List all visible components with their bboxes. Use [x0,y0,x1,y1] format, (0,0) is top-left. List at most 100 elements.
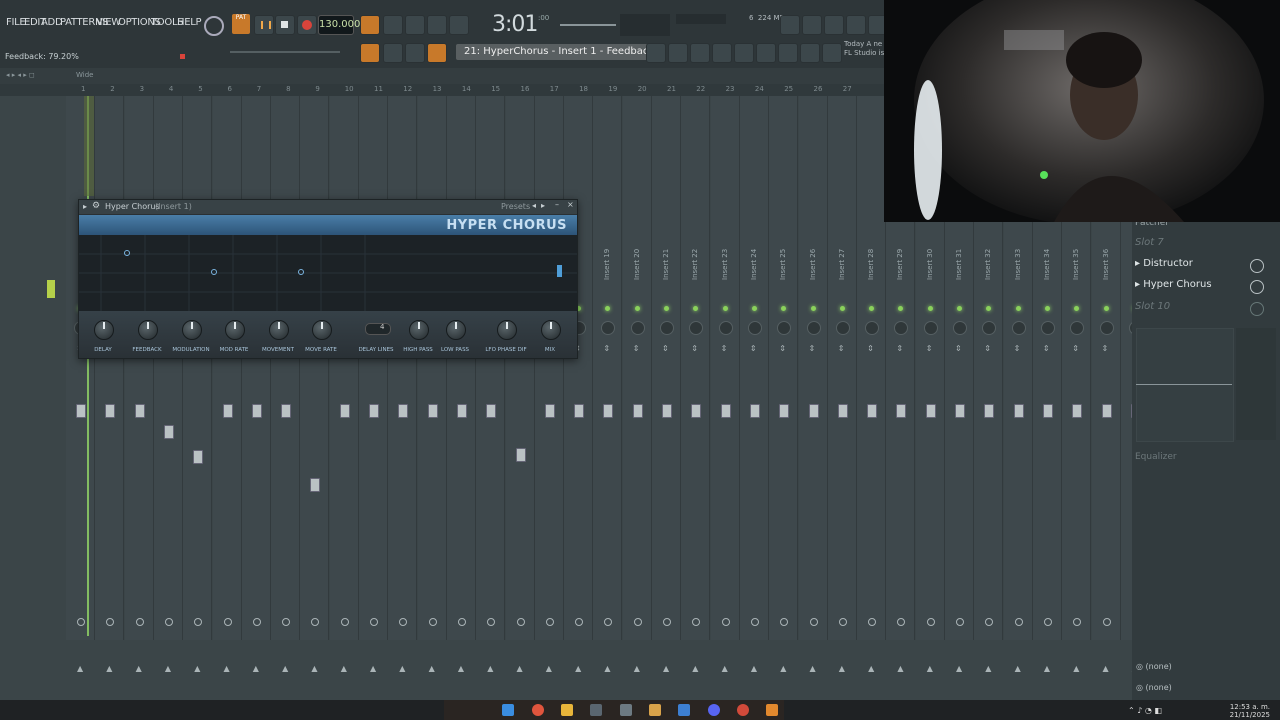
volume-fader[interactable] [632,404,643,418]
ruler-tick[interactable]: 10 [345,85,354,93]
send-arrow-icon[interactable]: ▲ [868,664,874,673]
mixer-strip[interactable] [505,96,535,640]
mixer-strip[interactable] [827,96,857,640]
ruler-tick[interactable]: 22 [696,85,705,93]
ruler-tick[interactable]: 15 [491,85,500,93]
send-arrow-icon[interactable]: ▲ [1015,664,1021,673]
record-button[interactable] [297,15,317,35]
send-arrow-icon[interactable]: ▲ [927,664,933,673]
mixer-strip[interactable] [534,96,564,640]
send-arrow-icon[interactable]: ▲ [692,664,698,673]
send-arrow-icon[interactable]: ▲ [1103,664,1109,673]
send-arrow-icon[interactable]: ▲ [751,664,757,673]
ruler-tick[interactable]: 2 [110,85,114,93]
stop-button[interactable] [275,15,295,35]
ruler-tick[interactable]: 17 [550,85,559,93]
route-button[interactable] [340,618,349,626]
send-arrow-icon[interactable]: ▲ [897,664,903,673]
ruler-tick[interactable]: 13 [433,85,442,93]
stereo-separation-icon[interactable]: ⇕ [955,344,962,353]
stereo-separation-icon[interactable]: ⇕ [662,344,669,353]
send-arrow-icon[interactable]: ▲ [194,664,200,673]
delay-line-point[interactable] [211,269,217,275]
volume-fader[interactable] [134,404,145,418]
mute-led[interactable] [1103,306,1109,311]
send-arrow-icon[interactable]: ▲ [839,664,845,673]
send-arrow-icon[interactable]: ▲ [311,664,317,673]
stereo-separation-icon[interactable]: ⇕ [1014,344,1021,353]
system-clock[interactable]: 12:53 a. m. 21/11/2025 [1230,703,1270,719]
mixer-strip[interactable] [652,96,681,640]
high-pass-knob[interactable] [409,320,429,340]
mute-led[interactable] [664,306,669,311]
link-icon[interactable] [427,43,447,63]
volume-fader[interactable] [515,448,526,462]
mute-led[interactable] [722,306,728,311]
route-in-select[interactable]: ◎ (none) [1136,662,1172,671]
mute-led[interactable] [957,306,962,311]
ruler-tick[interactable]: 12 [403,85,412,93]
route-button[interactable] [838,618,847,626]
song-time[interactable]: 3:01 [492,12,538,37]
blend-notes-button[interactable] [405,15,425,35]
ruler-tick[interactable]: 19 [608,85,617,93]
ruler-tick[interactable]: 26 [814,85,823,93]
stereo-separation-icon[interactable]: ⇕ [603,344,610,353]
mixer-strip[interactable] [710,96,740,640]
volume-fader[interactable] [251,404,262,418]
pan-knob[interactable] [806,321,821,335]
mute-led[interactable] [1044,306,1050,311]
mute-led[interactable] [1015,306,1021,311]
loop-record-button[interactable] [449,15,469,35]
mixer-strip[interactable] [124,96,154,640]
volume-fader[interactable] [427,404,438,418]
minimize-plugin-icon[interactable]: – [555,200,559,209]
send-arrow-icon[interactable]: ▲ [810,664,816,673]
mixer-strip[interactable] [95,96,125,640]
mixer-strip[interactable] [622,96,652,640]
volume-fader[interactable] [955,404,965,418]
send-arrow-icon[interactable]: ▲ [1044,664,1050,673]
slot-10-mix-knob[interactable] [1250,302,1264,316]
volume-fader[interactable] [662,404,672,418]
volume-fader[interactable] [1101,404,1112,418]
ruler-tick[interactable]: 21 [667,85,676,93]
mixer-strip[interactable] [681,96,711,640]
mod-rate-knob[interactable] [225,320,245,340]
chrome-icon[interactable] [532,704,544,716]
channel-rack-icon[interactable] [646,43,666,63]
stereo-separation-icon[interactable]: ⇕ [896,344,903,353]
route-button[interactable] [252,618,261,626]
ruler-tick[interactable]: 4 [169,85,173,93]
volume-fader[interactable] [1013,404,1024,418]
send-arrow-icon[interactable]: ▲ [136,664,142,673]
mixer-strip[interactable] [446,96,476,640]
route-button[interactable] [428,618,437,626]
ruler-tick[interactable]: 7 [257,85,261,93]
volume-fader[interactable] [310,478,321,492]
mix-knob[interactable] [541,320,561,340]
ruler-tick[interactable]: 14 [462,85,471,93]
mixer-strip[interactable] [359,96,388,640]
arrow-icon[interactable] [383,43,403,63]
send-arrow-icon[interactable]: ▲ [370,664,376,673]
mixer-strip[interactable] [241,96,271,640]
route-button[interactable] [545,618,554,626]
mixer-strip[interactable] [153,96,183,640]
pan-knob[interactable] [953,321,967,335]
piano-roll-button[interactable] [360,43,380,63]
mute-led[interactable] [839,306,845,311]
volume-fader[interactable] [486,404,497,418]
metronome-icon[interactable] [204,16,224,36]
ruler-tick[interactable]: 27 [843,85,852,93]
send-arrow-icon[interactable]: ▲ [546,664,552,673]
route-button[interactable] [223,618,232,626]
stereo-separation-icon[interactable]: ⇕ [633,344,640,353]
brush-icon[interactable] [405,43,425,63]
browser-icon[interactable] [712,43,732,63]
slot-distructor-mix-knob[interactable] [1250,259,1264,273]
stereo-separation-icon[interactable]: ⇕ [838,344,845,353]
typing-keyboard-button[interactable] [360,15,380,35]
slot-7[interactable]: Slot 7 [1135,237,1253,255]
send-arrow-icon[interactable]: ▲ [575,664,581,673]
